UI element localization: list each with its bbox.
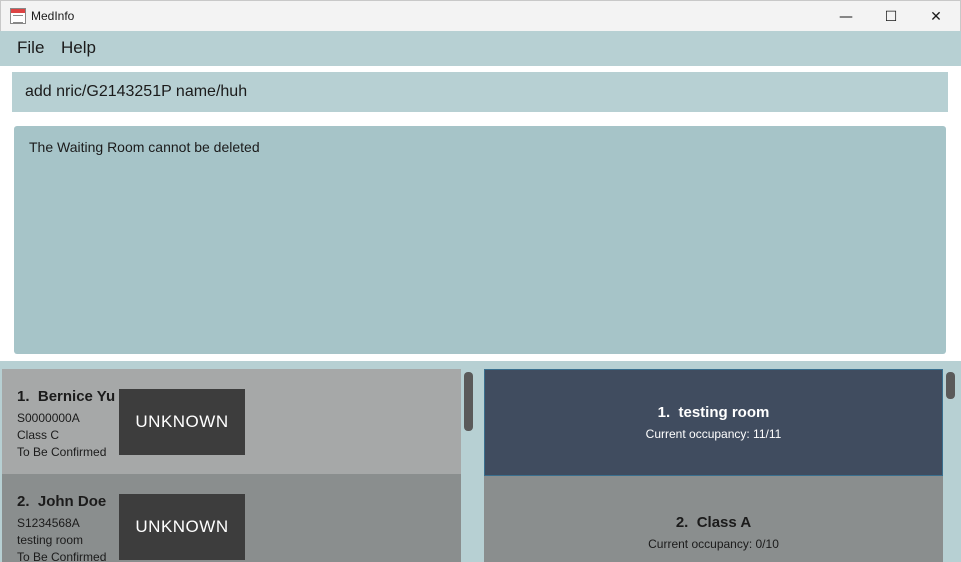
room-name: 1. testing room — [657, 404, 770, 421]
menu-bar: File Help — [0, 31, 961, 66]
room-name: 2. Class A — [675, 513, 752, 531]
close-button[interactable]: ✕ — [913, 1, 959, 32]
patient-name: 1. Bernice Yu — [17, 388, 116, 405]
result-display: The Waiting Room cannot be deleted — [14, 126, 946, 354]
app-icon — [10, 8, 26, 24]
result-area: The Waiting Room cannot be deleted — [0, 118, 961, 361]
patient-card[interactable]: 2. John Doe S1234568A testing room To Be… — [2, 474, 461, 562]
patient-name: 2. John Doe — [17, 493, 107, 510]
menu-help[interactable]: Help — [61, 38, 96, 58]
patient-status: To Be Confirmed — [17, 550, 107, 562]
minimize-button[interactable]: — — [823, 1, 869, 32]
patient-status: To Be Confirmed — [17, 445, 107, 459]
patient-room: Class C — [17, 428, 60, 442]
room-occupancy: Current occupancy: 11/11 — [645, 427, 782, 441]
room-card[interactable]: 2. Class A Current occupancy: 0/10 — [484, 476, 943, 562]
list-panels: 1. Bernice Yu S0000000A Class C To Be Co… — [0, 361, 961, 562]
patient-nric: S0000000A — [17, 411, 80, 425]
patient-room: testing room — [17, 533, 84, 547]
command-input[interactable] — [12, 72, 948, 112]
title-bar: MedInfo — ☐ ✕ — [0, 0, 961, 31]
window-title: MedInfo — [31, 9, 75, 23]
patient-list-scrollbar[interactable] — [464, 372, 473, 431]
room-card-selected[interactable]: 1. testing room Current occupancy: 11/11 — [484, 369, 943, 476]
room-list-scrollbar[interactable] — [946, 372, 955, 399]
patient-nric: S1234568A — [17, 516, 80, 530]
menu-file[interactable]: File — [17, 38, 44, 58]
patient-list: 1. Bernice Yu S0000000A Class C To Be Co… — [2, 369, 461, 562]
patient-card[interactable]: 1. Bernice Yu S0000000A Class C To Be Co… — [2, 369, 461, 474]
result-message: The Waiting Room cannot be deleted — [29, 139, 260, 155]
patient-tag: UNKNOWN — [119, 389, 245, 455]
room-occupancy: Current occupancy: 0/10 — [648, 536, 779, 551]
maximize-button[interactable]: ☐ — [868, 1, 914, 32]
room-list: 1. testing room Current occupancy: 11/11… — [484, 369, 943, 562]
command-area — [0, 66, 961, 118]
patient-tag: UNKNOWN — [119, 494, 245, 560]
